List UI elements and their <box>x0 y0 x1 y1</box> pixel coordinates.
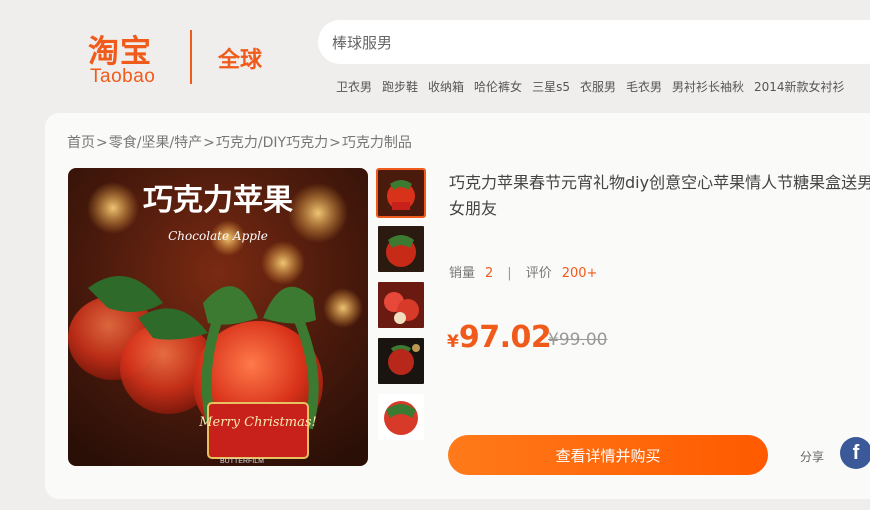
search-input[interactable]: 棒球服男 <box>318 20 870 64</box>
hot-word[interactable]: 卫衣男 <box>336 78 372 95</box>
currency-symbol: ¥ <box>447 332 459 352</box>
taobao-logo[interactable]: 淘宝 Taobao 全球 <box>88 26 288 88</box>
logo-global: 全球 <box>218 48 263 73</box>
image-brand: BUTTERFILM <box>220 458 264 465</box>
original-price: ¥99.00 <box>548 330 608 350</box>
breadcrumb-separator: > <box>203 135 215 151</box>
product-title[interactable]: 巧克力苹果春节元宵礼物diy创意空心苹果情人节糖果盒送男女朋友 <box>449 170 870 222</box>
breadcrumb-item[interactable]: 巧克力制品 <box>342 135 412 151</box>
hot-word[interactable]: 衣服男 <box>580 78 616 95</box>
thumbnail[interactable] <box>376 336 426 386</box>
reviews-label: 评价 <box>525 266 552 281</box>
thumbnail[interactable] <box>376 224 426 274</box>
hot-word[interactable]: 毛衣男 <box>626 78 662 95</box>
breadcrumb: 首页>零食/坚果/特产>巧克力/DIY巧克力>巧克力制品 <box>67 132 412 152</box>
hot-word[interactable]: 收纳箱 <box>428 78 464 95</box>
hot-search-words: 卫衣男 跑步鞋 收纳箱 哈伦裤女 三星s5 衣服男 毛衣男 男衬衫长袖秋 201… <box>336 78 845 95</box>
breadcrumb-separator: > <box>329 135 341 151</box>
logo-chinese: 淘宝 <box>88 34 152 70</box>
product-main-image[interactable]: Merry Christmas! BUTTERFILM 巧克力苹果 Chocol… <box>68 168 368 466</box>
product-stats: 销量 2 | 评价 200+ <box>449 262 597 281</box>
hot-word[interactable]: 2014新款女衬衫 <box>754 78 845 95</box>
current-price: ¥97.02 <box>447 320 552 355</box>
breadcrumb-separator: > <box>96 135 108 151</box>
search-placeholder: 棒球服男 <box>332 33 393 52</box>
image-title: 巧克力苹果 <box>143 183 293 218</box>
product-thumbnails <box>376 168 426 448</box>
price-value: 97.02 <box>458 320 552 355</box>
hot-word[interactable]: 跑步鞋 <box>382 78 418 95</box>
facebook-icon[interactable]: f <box>840 437 870 469</box>
reviews-value[interactable]: 200+ <box>562 266 598 281</box>
hot-word[interactable]: 哈伦裤女 <box>474 78 522 95</box>
hot-word[interactable]: 三星s5 <box>532 78 570 95</box>
breadcrumb-item[interactable]: 零食/坚果/特产 <box>109 135 202 151</box>
breadcrumb-item[interactable]: 首页 <box>67 135 95 151</box>
hot-word[interactable]: 男衬衫长袖秋 <box>672 78 744 95</box>
share-label: 分享 <box>800 450 825 464</box>
breadcrumb-item[interactable]: 巧克力/DIY巧克力 <box>216 135 328 151</box>
image-subtitle: Chocolate Apple <box>168 229 268 243</box>
logo-english: Taobao <box>90 66 156 87</box>
logo-divider <box>190 30 192 84</box>
sales-label: 销量 <box>449 266 476 281</box>
buy-button[interactable]: 查看详情并购买 <box>448 435 768 475</box>
thumbnail[interactable] <box>376 392 426 442</box>
thumbnail[interactable] <box>376 168 426 218</box>
thumbnail[interactable] <box>376 280 426 330</box>
stats-divider: | <box>507 266 512 281</box>
image-tag: Merry Christmas! <box>198 415 316 430</box>
sales-value: 2 <box>485 266 494 281</box>
